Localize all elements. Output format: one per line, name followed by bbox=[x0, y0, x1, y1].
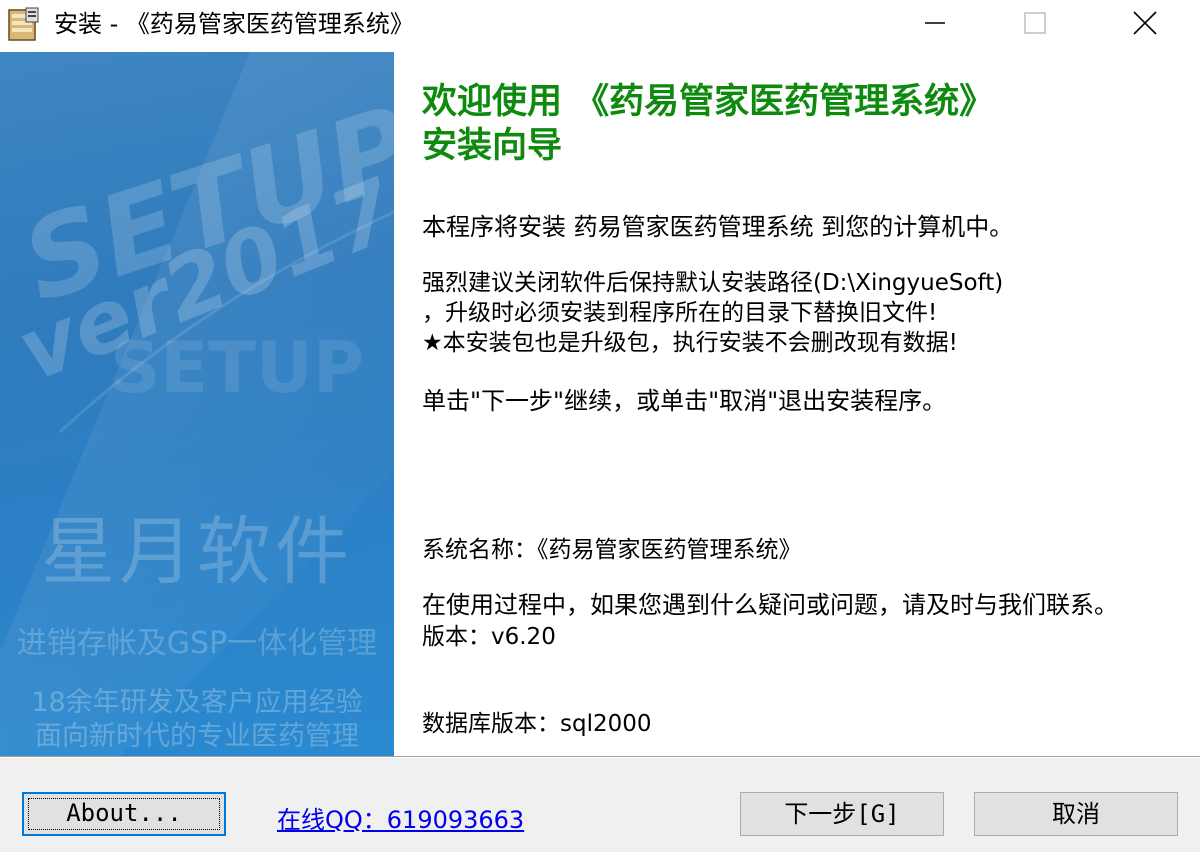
focus-rectangle bbox=[28, 798, 220, 830]
banner-slogan-line: 面向新时代的专业医药管理 bbox=[35, 721, 359, 752]
system-name-text: 系统名称：《药易管家医药管理系统》 bbox=[422, 537, 802, 563]
maximize-icon bbox=[1024, 12, 1046, 34]
about-button[interactable]: About... bbox=[22, 792, 226, 836]
banner-brand: 星月软件 bbox=[41, 509, 353, 595]
cancel-button[interactable]: 取消 bbox=[974, 792, 1178, 836]
close-button[interactable] bbox=[1110, 0, 1180, 46]
close-icon bbox=[1133, 11, 1157, 35]
banner-tagline: 进销存帐及GSP一体化管理 bbox=[16, 626, 378, 661]
banner-setup-shadow-text: SETUP bbox=[110, 327, 364, 409]
footer-bar: About... 在线QQ：619093663 下一步[G] 取消 bbox=[0, 758, 1200, 852]
version-text: 版本：v6.20 bbox=[422, 624, 556, 650]
minimize-button[interactable] bbox=[900, 0, 970, 46]
system-info: 系统名称：《药易管家医药管理系统》 版本：v6.20 数据库版本：sql2000 bbox=[422, 478, 1172, 797]
setup-banner: SETUP ver2017 SETUP 星月软件 进销存帐及GSP一体化管理 1… bbox=[0, 52, 394, 756]
db-version-text: 数据库版本：sql2000 bbox=[422, 711, 652, 737]
next-button[interactable]: 下一步[G] bbox=[740, 792, 944, 836]
welcome-heading: 欢迎使用 《药易管家医药管理系统》 安装向导 bbox=[422, 80, 1172, 168]
welcome-heading-line2: 安装向导 bbox=[422, 126, 563, 166]
minimize-icon bbox=[925, 22, 945, 24]
welcome-heading-line1: 欢迎使用 《药易管家医药管理系统》 bbox=[422, 82, 995, 122]
contact-text: 在使用过程中，如果您遇到什么疑问或问题，请及时与我们联系。 bbox=[422, 591, 1118, 619]
installer-box-icon bbox=[8, 7, 39, 41]
maximize-button[interactable] bbox=[1000, 0, 1070, 46]
window-title: 安装 - 《药易管家医药管理系统》 bbox=[54, 10, 414, 38]
online-qq-link[interactable]: 在线QQ：619093663 bbox=[277, 800, 524, 835]
welcome-content: 欢迎使用 《药易管家医药管理系统》 安装向导 本程序将安装 药易管家医药管理系统… bbox=[422, 80, 1172, 737]
install-path-advice: 强烈建议关闭软件后保持默认安装路径(D:\XingyueSoft) ，升级时必须… bbox=[422, 270, 1004, 356]
title-bar: 安装 - 《药易管家医药管理系统》 bbox=[0, 0, 1200, 48]
install-target-text: 本程序将安装 药易管家医药管理系统 到您的计算机中。 bbox=[422, 213, 1014, 241]
next-instruction-text: 单击"下一步"继续，或单击"取消"退出安装程序。 bbox=[422, 387, 947, 415]
